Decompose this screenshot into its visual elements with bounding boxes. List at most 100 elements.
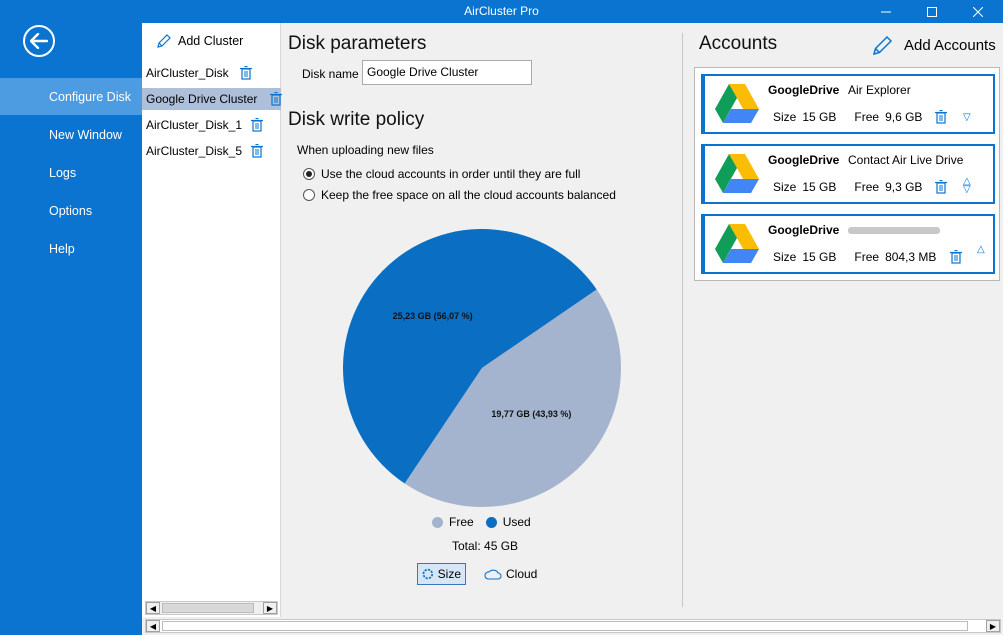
nav-new-window[interactable]: New Window <box>0 116 142 153</box>
google-drive-icon <box>715 154 759 193</box>
nav-options[interactable]: Options <box>0 192 142 229</box>
scroll-left-button[interactable]: ◀ <box>146 620 160 632</box>
maximize-icon <box>927 6 937 17</box>
scroll-thumb[interactable] <box>162 621 968 631</box>
legend-used-swatch <box>485 516 497 528</box>
toggle-cloud-label: Cloud <box>506 567 538 581</box>
nav-logs[interactable]: Logs <box>0 154 142 191</box>
account-size: 15 GB <box>802 180 837 194</box>
cloud-icon <box>484 569 502 580</box>
title-bar: AirCluster Pro <box>0 0 1003 23</box>
size-label: Size <box>773 250 797 264</box>
main-scrollbar[interactable]: ◀ ▶ <box>145 619 1001 633</box>
account-name: Air Explorer <box>848 83 911 97</box>
policy-option-in-order[interactable]: Use the cloud accounts in order until th… <box>303 167 580 181</box>
add-accounts-label: Add Accounts <box>904 36 996 54</box>
nav-help[interactable]: Help <box>0 230 142 267</box>
maximize-button[interactable] <box>909 0 955 23</box>
cluster-item-label: AirCluster_Disk <box>146 66 229 80</box>
trash-icon[interactable] <box>251 144 263 158</box>
trash-icon[interactable] <box>935 110 947 124</box>
disk-name-input[interactable]: Google Drive Cluster <box>362 60 532 85</box>
toggle-size-label: Size <box>437 567 461 581</box>
legend-free-swatch <box>432 516 443 528</box>
account-card[interactable]: GoogleDrive Size 15 GB Free 804,3 MB △ <box>701 214 995 274</box>
add-cluster-label: Add Cluster <box>178 34 244 48</box>
policy-option-label: Keep the free space on all the cloud acc… <box>321 188 616 202</box>
pie-label-free: 19,77 GB (43,93 %) <box>491 409 571 419</box>
disk-write-policy-heading: Disk write policy <box>288 109 425 130</box>
chart-total: Total: 45 GB <box>452 539 519 553</box>
account-name: Contact Air Live Drive <box>848 153 964 167</box>
arrow-left-icon <box>30 33 48 49</box>
circle-dashed-icon <box>422 568 434 580</box>
account-stats: Size 15 GB Free 9,3 GB <box>773 180 922 194</box>
pencil-icon <box>157 34 171 48</box>
back-button[interactable] <box>23 25 55 57</box>
disk-parameters-heading: Disk parameters <box>288 33 427 54</box>
nav-configure-disk[interactable]: Configure Disk <box>0 78 142 115</box>
cluster-list-panel: Add Cluster AirCluster_Disk Google Drive… <box>142 23 282 617</box>
trash-icon[interactable] <box>251 118 263 132</box>
radio-button[interactable] <box>303 189 315 201</box>
account-card[interactable]: GoogleDrive Contact Air Live Drive Size … <box>701 144 995 204</box>
cluster-item[interactable]: AirCluster_Disk_1 <box>142 114 281 136</box>
sidebar: Configure Disk New Window Logs Options H… <box>0 23 142 635</box>
free-label: Free <box>854 250 880 264</box>
google-drive-icon <box>715 84 759 123</box>
view-toggle-size[interactable]: Size <box>417 563 466 585</box>
account-service: GoogleDrive <box>768 83 840 97</box>
scroll-thumb[interactable] <box>162 603 254 613</box>
account-size: 15 GB <box>802 250 837 264</box>
window-title: AirCluster Pro <box>464 4 539 18</box>
close-button[interactable] <box>955 0 1001 23</box>
account-free: 9,3 GB <box>885 180 923 194</box>
move-up-down-icon[interactable]: △ ▽ <box>963 177 971 195</box>
disk-name-label: Disk name <box>302 67 359 81</box>
scroll-right-button[interactable]: ▶ <box>263 602 277 614</box>
panel-divider <box>682 33 683 607</box>
account-free: 9,6 GB <box>885 110 923 124</box>
account-service: GoogleDrive <box>768 153 840 167</box>
scroll-left-button[interactable]: ◀ <box>146 602 160 614</box>
view-toggle-cloud[interactable]: Cloud <box>480 563 541 585</box>
policy-caption: When uploading new files <box>297 143 434 157</box>
move-up-icon[interactable]: △ <box>977 245 985 255</box>
size-label: Size <box>773 180 797 194</box>
cluster-item-label: AirCluster_Disk_5 <box>146 144 243 158</box>
minimize-button[interactable] <box>863 0 909 23</box>
policy-option-balanced[interactable]: Keep the free space on all the cloud acc… <box>303 188 616 202</box>
scroll-right-button[interactable]: ▶ <box>986 620 1000 632</box>
pie-label-used: 25,23 GB (56,07 %) <box>393 311 473 321</box>
add-cluster-button[interactable]: Add Cluster <box>156 33 243 49</box>
legend-used-label: Used <box>502 515 531 529</box>
cluster-item[interactable]: AirCluster_Disk <box>142 62 281 84</box>
cluster-item-selected[interactable]: Google Drive Cluster <box>142 88 282 110</box>
trash-icon[interactable] <box>950 250 962 264</box>
cluster-item[interactable]: AirCluster_Disk_5 <box>142 140 281 162</box>
cluster-item-label: AirCluster_Disk_1 <box>146 118 243 132</box>
google-drive-icon <box>715 224 759 263</box>
free-label: Free <box>854 110 880 124</box>
account-stats: Size 15 GB Free 9,6 GB <box>773 110 922 124</box>
account-name-redacted <box>848 227 940 234</box>
cluster-list-scrollbar[interactable]: ◀ ▶ <box>145 601 278 615</box>
cluster-item-label: Google Drive Cluster <box>146 92 258 106</box>
legend-free-label: Free <box>449 515 474 529</box>
pencil-icon <box>872 35 893 56</box>
main-content: Disk parameters Disk name Google Drive C… <box>282 23 1003 617</box>
trash-icon[interactable] <box>270 92 282 106</box>
account-free: 804,3 MB <box>885 250 937 264</box>
trash-icon[interactable] <box>935 180 947 194</box>
trash-icon[interactable] <box>240 66 252 80</box>
radio-button[interactable] <box>303 168 315 180</box>
add-accounts-button[interactable]: Add Accounts <box>872 34 996 56</box>
account-card[interactable]: GoogleDrive Air Explorer Size 15 GB Free… <box>701 74 995 134</box>
close-icon <box>973 6 983 17</box>
accounts-heading: Accounts <box>699 33 778 54</box>
chart-legend: Free Used <box>432 515 531 529</box>
account-size: 15 GB <box>802 110 837 124</box>
disk-usage-pie-chart: 25,23 GB (56,07 %) 19,77 GB (43,93 %) <box>342 228 621 507</box>
move-down-icon[interactable]: ▽ <box>963 113 971 123</box>
size-label: Size <box>773 110 797 124</box>
